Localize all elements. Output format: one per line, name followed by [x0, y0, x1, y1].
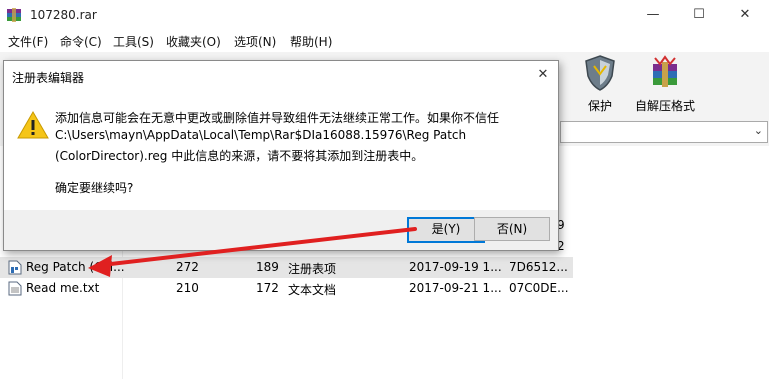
- dialog-message-path: C:\Users\mayn\AppData\Local\Temp\Rar$DIa…: [55, 128, 467, 142]
- close-button[interactable]: ✕: [722, 0, 768, 30]
- dialog-message-line: 添加信息可能会在无意中更改或删除值并导致组件无法继续正常工作。如果你不信任: [55, 111, 500, 125]
- file-crc: 7D6512...: [509, 260, 568, 274]
- shield-icon: [585, 55, 615, 91]
- menu-bar: 文件(F) 命令(C) 工具(S) 收藏夹(O) 选项(N) 帮助(H): [0, 30, 769, 52]
- menu-options[interactable]: 选项(N): [234, 33, 276, 50]
- menu-file[interactable]: 文件(F): [8, 33, 48, 50]
- maximize-button[interactable]: ☐: [676, 0, 722, 30]
- file-size: 210: [176, 281, 199, 295]
- path-dropdown[interactable]: ⌄: [560, 121, 768, 143]
- table-row[interactable]: Reg Patch (Col... 272 189 注册表项 2017-09-1…: [0, 257, 573, 278]
- dialog-title: 注册表编辑器: [12, 71, 85, 85]
- winrar-icon: [7, 8, 21, 22]
- file-modified: 2017-09-21 1...: [409, 281, 502, 295]
- menu-help[interactable]: 帮助(H): [290, 33, 332, 50]
- sfx-archive-icon: [653, 55, 677, 87]
- file-type: 注册表项: [288, 262, 337, 276]
- file-packed: 172: [256, 281, 279, 295]
- sfx-button[interactable]: 自解压格式: [630, 54, 700, 114]
- file-crc: 07C0DE...: [509, 281, 569, 295]
- warning-icon: [17, 110, 49, 139]
- registry-file-icon: [8, 260, 22, 275]
- file-name: Read me.txt: [26, 281, 100, 295]
- window-title: 107280.rar: [30, 8, 97, 22]
- menu-command[interactable]: 命令(C): [60, 33, 102, 50]
- chevron-down-icon[interactable]: ⌄: [754, 124, 763, 137]
- dialog-question: 确定要继续吗?: [55, 181, 134, 195]
- registry-editor-dialog: 注册表编辑器 ✕ 添加信息可能会在无意中更改或删除值并导致组件无法继续正常工作。…: [3, 60, 559, 251]
- protect-label: 保护: [587, 99, 612, 113]
- no-button[interactable]: 否(N): [474, 217, 550, 241]
- minimize-button[interactable]: —: [630, 0, 676, 30]
- protect-button[interactable]: 保护: [574, 54, 626, 114]
- file-modified: 2017-09-19 1...: [409, 260, 502, 274]
- menu-favorites[interactable]: 收藏夹(O): [166, 33, 221, 50]
- sfx-label: 自解压格式: [634, 99, 695, 113]
- file-size: 272: [176, 260, 199, 274]
- dialog-close-button[interactable]: ✕: [528, 61, 558, 89]
- table-row[interactable]: Read me.txt 210 172 文本文档 2017-09-21 1...…: [0, 278, 573, 299]
- menu-tools[interactable]: 工具(S): [113, 33, 154, 50]
- file-packed: 189: [256, 260, 279, 274]
- file-type: 文本文档: [288, 283, 337, 297]
- file-name: Reg Patch (Col...: [26, 260, 125, 274]
- dialog-message-line: (ColorDirector).reg 中此信息的来源，请不要将其添加到注册表中…: [55, 149, 424, 163]
- text-file-icon: [8, 281, 22, 296]
- title-bar: 107280.rar — ☐ ✕: [0, 0, 769, 30]
